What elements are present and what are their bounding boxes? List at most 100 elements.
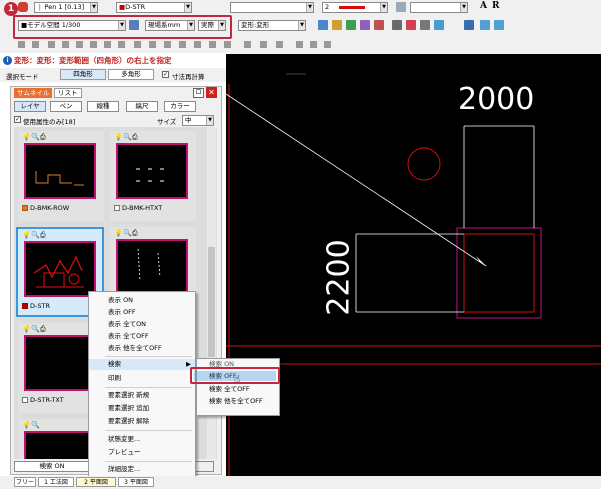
tool-icon-row3-10[interactable] xyxy=(149,41,156,48)
tool-icon-j[interactable] xyxy=(480,20,490,30)
tool-icon-row3-12[interactable] xyxy=(179,41,186,48)
tool-icon-row3-15[interactable] xyxy=(224,41,231,48)
toolbar-row-3 xyxy=(18,40,478,50)
tab-list[interactable]: リスト xyxy=(54,88,82,98)
tab-sheet-3[interactable]: 3 平面図 xyxy=(118,477,154,487)
scale-button[interactable]: 縞尺 xyxy=(126,101,158,112)
tab-sheet-1[interactable]: 1 工法図 xyxy=(38,477,74,487)
tool-icon-row3-17[interactable] xyxy=(260,41,267,48)
tool-icon-row3-11[interactable] xyxy=(164,41,171,48)
tool-icon-i[interactable] xyxy=(464,20,474,30)
tool-icon-b[interactable] xyxy=(332,20,342,30)
cad-canvas[interactable]: 2000 2200 xyxy=(226,54,601,476)
tool-icon-k[interactable] xyxy=(494,20,504,30)
close-icon[interactable]: ✕ xyxy=(206,87,217,98)
linetype-combo[interactable]: ▼ xyxy=(230,2,314,13)
tool-icon-row3-1[interactable] xyxy=(18,41,25,48)
text-tools-icon[interactable]: A xyxy=(480,1,487,11)
tool-icon-row3-6[interactable] xyxy=(90,41,97,48)
print-icon[interactable]: ⎙ xyxy=(40,325,46,334)
menu-item-select-remove[interactable]: 要素選択 解除 xyxy=(89,416,195,427)
tool-icon-h[interactable] xyxy=(434,20,444,30)
tool-icon-row3-14[interactable] xyxy=(209,41,216,48)
tool-icon-d[interactable] xyxy=(360,20,370,30)
menu-item-show-all-on[interactable]: 表示 全てON xyxy=(89,319,195,330)
menu-item-show-all-off[interactable]: 表示 全てOFF xyxy=(89,331,195,342)
thumbnail-card[interactable]: 💡 🔍 ⎙ D-BMK-HTXT xyxy=(110,131,196,221)
menu-item-select-add[interactable]: 要素選択 追加 xyxy=(89,403,195,414)
submenu-item-search-others-off[interactable]: 検索 他を全てOFF xyxy=(197,396,279,407)
tool-icon-row3-9[interactable] xyxy=(134,41,141,48)
bold-text-icon[interactable]: R xyxy=(492,1,499,11)
tool-icon-c[interactable] xyxy=(346,20,356,30)
color-button[interactable]: カラー xyxy=(164,101,196,112)
rect-mode-button[interactable]: 四角形 xyxy=(60,69,106,80)
tool-icon-row3-18[interactable] xyxy=(276,41,283,48)
bulb-icon[interactable]: 💡 xyxy=(22,421,31,429)
layer-button[interactable]: レイヤ xyxy=(14,101,46,112)
tool-icon-row3-7[interactable] xyxy=(104,41,111,48)
menu-item-preview[interactable]: プレビュー xyxy=(89,447,195,458)
search-icon[interactable]: 🔍 xyxy=(31,231,40,239)
tab-sheet-2[interactable]: 2 平面図 xyxy=(76,477,116,487)
tool-icon-row3-4[interactable] xyxy=(62,41,69,48)
search-icon[interactable]: 🔍 xyxy=(31,325,40,333)
tool-icon-row3-3[interactable] xyxy=(48,41,55,48)
scrollbar-thumb[interactable] xyxy=(208,247,215,357)
menu-item-show-others-off[interactable]: 表示 他を全てOFF xyxy=(89,343,195,354)
bulb-icon[interactable]: 💡 xyxy=(22,325,31,333)
search-icon[interactable]: 🔍 xyxy=(31,133,40,141)
menu-item-show-on[interactable]: 表示 ON xyxy=(89,295,195,306)
used-only-checkbox[interactable]: ✓ xyxy=(14,116,21,123)
pen-combo[interactable]: ❙ Pen 1 [0.13] ▼ xyxy=(34,2,98,13)
bulb-icon[interactable]: 💡 xyxy=(22,133,31,141)
menu-item-advanced-settings[interactable]: 詳細設定... xyxy=(89,464,195,475)
polygon-mode-button[interactable]: 多角形 xyxy=(108,69,154,80)
menu-item-search[interactable]: 検索 ▶ xyxy=(89,359,195,370)
bulb-icon[interactable]: 💡 xyxy=(114,133,123,141)
extra-combo[interactable]: ▼ xyxy=(410,2,468,13)
tool-icon-row3-2[interactable] xyxy=(32,41,39,48)
recalc-checkbox[interactable]: ✓ xyxy=(162,71,169,78)
search-icon[interactable]: 🔍 xyxy=(31,421,40,429)
menu-item-change-state[interactable]: 状態変更... xyxy=(89,434,195,445)
tool-icon-e[interactable] xyxy=(374,20,384,30)
pen-button[interactable]: ペン xyxy=(50,101,82,112)
search-icon[interactable]: 🔍 xyxy=(123,133,132,141)
print-icon[interactable]: ⎙ xyxy=(40,231,46,240)
bulb-icon[interactable]: 💡 xyxy=(114,229,123,237)
tool-icon-row3-19[interactable] xyxy=(296,41,303,48)
menu-item-print[interactable]: 印刷 xyxy=(89,373,195,384)
submenu-item-search-all-off[interactable]: 検索 全てOFF xyxy=(197,384,279,395)
size-combo[interactable]: 中 ▼ xyxy=(182,115,214,126)
tab-free[interactable]: フリー xyxy=(14,477,36,487)
linetype-button[interactable]: 線種 xyxy=(87,101,119,112)
linecolor-combo[interactable]: 2 ▼ xyxy=(322,2,388,13)
tool-icon-row3-21[interactable] xyxy=(324,41,331,48)
tool-icon-g[interactable] xyxy=(406,20,416,30)
search-icon[interactable]: 🔍 xyxy=(123,229,132,237)
recalc-label: 寸法再計算 xyxy=(172,73,205,81)
search-on-button[interactable]: 検索 ON xyxy=(14,461,90,472)
menu-item-show-off[interactable]: 表示 OFF xyxy=(89,307,195,318)
thumbnail-card[interactable]: 💡 🔍 ⎙ D-BMK-ROW xyxy=(18,131,104,221)
edit-mode-combo[interactable]: 変形:変形 ▼ xyxy=(238,20,306,31)
tool-icon-f[interactable] xyxy=(392,20,402,30)
tab-thumbnail[interactable]: サムネイル xyxy=(14,88,53,98)
tool-icon-row3-16[interactable] xyxy=(244,41,251,48)
print-icon[interactable]: ⎙ xyxy=(132,133,138,142)
tool-icon-row3-13[interactable] xyxy=(194,41,201,48)
tool-icon-row3-8[interactable] xyxy=(118,41,125,48)
tool-icon-row3-20[interactable] xyxy=(310,41,317,48)
tool-icon-a[interactable] xyxy=(318,20,328,30)
menu-item-select-new[interactable]: 要素選択 新規 xyxy=(89,390,195,401)
pin-icon[interactable]: ロ xyxy=(193,88,204,98)
layer-combo[interactable]: ■D-STR ▼ xyxy=(116,2,192,13)
tool-icon-row3-5[interactable] xyxy=(76,41,83,48)
bulb-icon[interactable]: 💡 xyxy=(22,231,31,239)
print-icon[interactable]: ⎙ xyxy=(40,133,46,142)
grid-icon[interactable] xyxy=(420,20,430,30)
eraser-icon[interactable] xyxy=(18,2,28,12)
eyedropper-icon[interactable] xyxy=(396,2,406,12)
print-icon[interactable]: ⎙ xyxy=(132,229,138,238)
